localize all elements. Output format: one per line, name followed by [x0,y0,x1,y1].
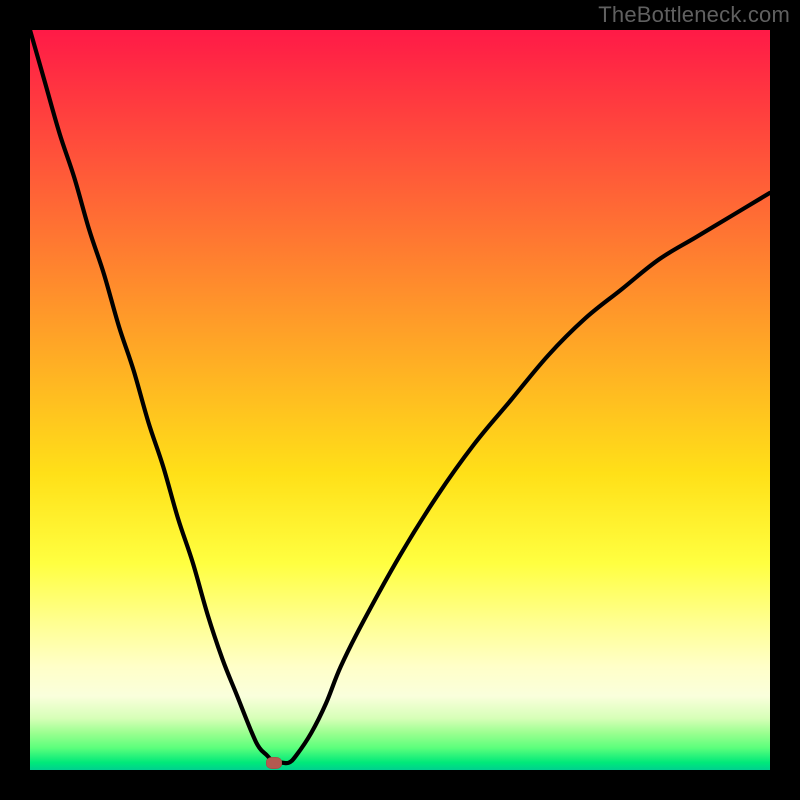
watermark-text: TheBottleneck.com [598,2,790,28]
bottleneck-curve [30,30,770,770]
chart-frame: TheBottleneck.com [0,0,800,800]
plot-area [30,30,770,770]
optimal-point-marker [266,757,282,769]
